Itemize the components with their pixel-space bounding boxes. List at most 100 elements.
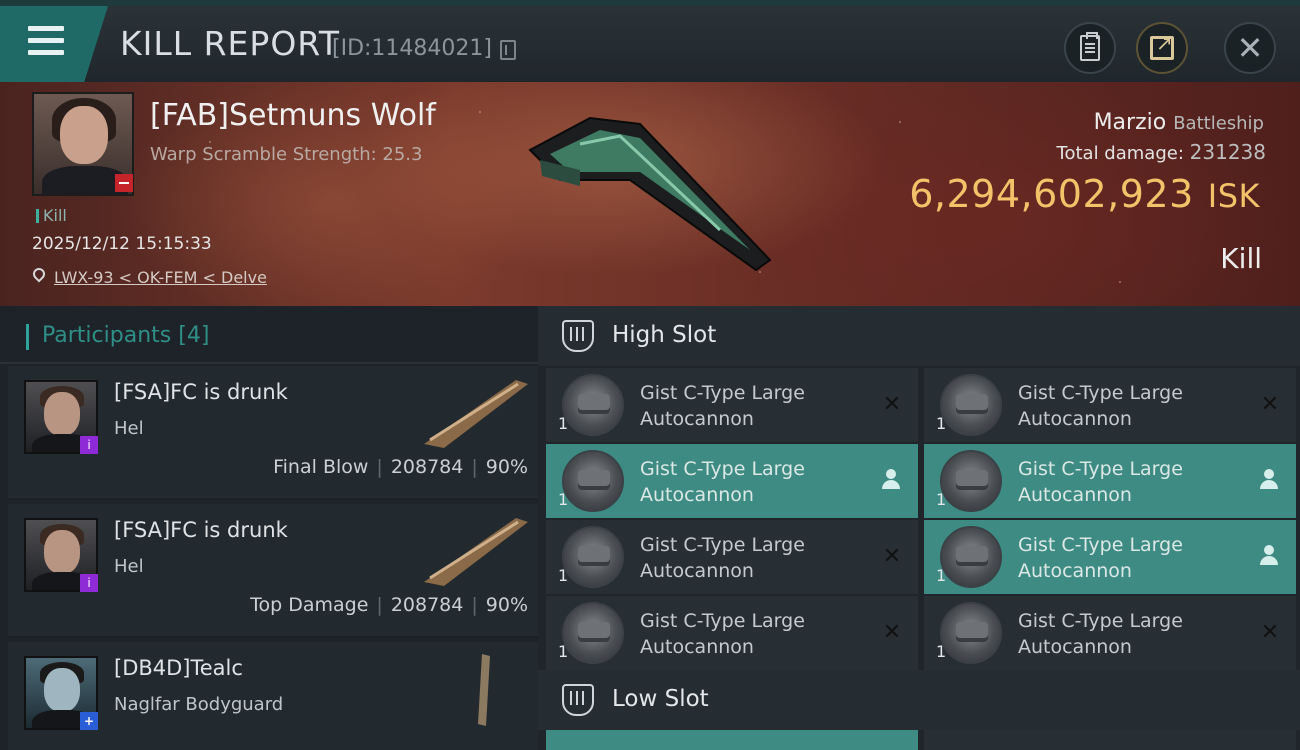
corp-role-badge-icon: i: [80, 574, 98, 592]
dropped-status-icon: [1260, 469, 1278, 491]
autocannon-icon: [940, 526, 1002, 588]
clipboard-button[interactable]: [1064, 22, 1116, 74]
low-slot-header: Low Slot: [538, 670, 1300, 730]
fitting-panel: High Slot 1 Gist C-Type Large Autocannon ✕ 1…: [538, 306, 1300, 750]
kill-banner: Kill [FAB]Setmuns Wolf Warp Scramble Str…: [0, 82, 1300, 306]
destroyed-status-icon: ✕: [1260, 620, 1280, 645]
share-icon: [1150, 31, 1174, 60]
module-name: Gist C-Type Large Autocannon: [640, 610, 805, 658]
page-title: KILL REPORT: [120, 24, 340, 63]
menu-button[interactable]: [0, 6, 108, 82]
kill-datetime: 2025/12/12 15:15:33: [32, 234, 212, 254]
total-damage: Total damage: 231238: [1057, 140, 1266, 164]
victim-name[interactable]: [FAB]Setmuns Wolf: [150, 98, 436, 133]
module-name: Gist C-Type Large Autocannon: [1018, 382, 1183, 430]
participant-ship: Naglfar Bodyguard: [114, 694, 284, 715]
participant-name: [DB4D]Tealc: [114, 656, 243, 680]
module-quantity: 1: [936, 414, 947, 433]
participants-title: Participants [4]: [42, 323, 210, 348]
high-slot-module[interactable]: 1 Gist C-Type Large Autocannon ✕: [546, 368, 918, 442]
section-accent-bar: [26, 324, 29, 350]
module-quantity: 1: [558, 566, 569, 585]
participant-ship-image: [424, 380, 528, 448]
high-slot-module[interactable]: 1 Gist C-Type Large Autocannon ✕: [924, 368, 1296, 442]
total-damage-value: 231238: [1189, 140, 1266, 164]
autocannon-icon: [940, 374, 1002, 436]
low-slot-title: Low Slot: [612, 686, 709, 712]
autocannon-icon: [562, 526, 624, 588]
corp-role-badge-icon: i: [80, 436, 98, 454]
share-button[interactable]: [1136, 22, 1188, 74]
destroyed-status-icon: ✕: [882, 544, 902, 569]
participant-damage: 208784: [390, 594, 464, 616]
module-quantity: 1: [936, 566, 947, 585]
header-bar: KILL REPORT [ID:11484021] ✕: [0, 0, 1300, 82]
kill-tag: Kill: [36, 206, 67, 225]
participant-ship-image: [424, 518, 528, 586]
autocannon-icon: [940, 602, 1002, 664]
participant-damage: 208784: [390, 456, 464, 478]
participant-row[interactable]: + [DB4D]Tealc Naglfar Bodyguard: [8, 642, 538, 750]
victim-ship: Marzio Battleship: [1094, 110, 1264, 135]
participant-role: Final Blow: [273, 456, 369, 478]
high-slot-module[interactable]: 1 Gist C-Type Large Autocannon: [924, 444, 1296, 518]
participant-stats: Final Blow | 208784 | 90%: [273, 456, 528, 478]
victim-ship-image: [528, 116, 772, 272]
hostile-badge-icon: [115, 174, 133, 192]
high-slot-module[interactable]: 1 Gist C-Type Large Autocannon ✕: [924, 596, 1296, 670]
participant-percent: 90%: [485, 594, 528, 616]
module-name: Gist C-Type Large Autocannon: [1018, 534, 1183, 582]
autocannon-icon: [940, 450, 1002, 512]
isk-unit: ISK: [1207, 177, 1260, 215]
participant-ship: Hel: [114, 418, 144, 439]
low-slot-icon: [562, 684, 594, 716]
high-slot-module[interactable]: 1 Gist C-Type Large Autocannon ✕: [546, 520, 918, 594]
dropped-status-icon: [1260, 545, 1278, 567]
module-quantity: 1: [558, 490, 569, 509]
dropped-status-icon: [882, 469, 900, 491]
autocannon-icon: [562, 602, 624, 664]
participant-ship: Hel: [114, 556, 144, 577]
module-name: Gist C-Type Large Autocannon: [640, 534, 805, 582]
autocannon-icon: [562, 374, 624, 436]
participant-name: [FSA]FC is drunk: [114, 380, 288, 404]
destroyed-status-icon: ✕: [882, 392, 902, 417]
high-slot-icon: [562, 320, 594, 352]
location-link[interactable]: LWX-93 < OK-FEM < Delve: [54, 268, 267, 287]
total-damage-label: Total damage:: [1056, 143, 1184, 164]
module-name: Gist C-Type Large Autocannon: [1018, 610, 1183, 658]
high-slot-module[interactable]: 1 Gist C-Type Large Autocannon: [546, 444, 918, 518]
participant-ship-image: [478, 654, 490, 726]
fleet-badge-icon: +: [80, 712, 98, 730]
high-slot-title: High Slot: [612, 322, 717, 348]
clipboard-icon: [1080, 32, 1100, 61]
module-quantity: 1: [936, 490, 947, 509]
participants-panel: Participants [4] i [FSA]FC is drunk Hel …: [0, 306, 538, 750]
high-slot-module[interactable]: 1 Gist C-Type Large Autocannon: [924, 520, 1296, 594]
low-slot-module[interactable]: [546, 730, 918, 750]
module-name: Gist C-Type Large Autocannon: [640, 382, 805, 430]
copy-icon[interactable]: [500, 40, 516, 60]
close-button[interactable]: ✕: [1224, 22, 1276, 74]
high-slot-header: High Slot: [538, 306, 1300, 366]
destroyed-status-icon: ✕: [882, 620, 902, 645]
low-slot-module[interactable]: [924, 730, 1296, 750]
hamburger-menu-icon: [28, 26, 64, 56]
participant-row[interactable]: i [FSA]FC is drunk Hel Final Blow | 208784…: [8, 366, 538, 500]
ship-name: Marzio: [1093, 110, 1167, 135]
participant-role: Top Damage: [250, 594, 369, 616]
participant-row[interactable]: i [FSA]FC is drunk Hel Top Damage | 208784…: [8, 504, 538, 638]
module-name: Gist C-Type Large Autocannon: [1018, 458, 1183, 506]
module-quantity: 1: [936, 642, 947, 661]
autocannon-icon: [562, 450, 624, 512]
module-quantity: 1: [558, 414, 569, 433]
close-icon: ✕: [1236, 29, 1264, 67]
warp-scramble-strength: Warp Scramble Strength: 25.3: [150, 144, 423, 165]
participant-stats: Top Damage | 208784 | 90%: [250, 594, 528, 616]
isk-amount: 6,294,602,923: [909, 172, 1194, 216]
destroyed-status-icon: ✕: [1260, 392, 1280, 417]
module-quantity: 1: [558, 642, 569, 661]
participant-percent: 90%: [485, 456, 528, 478]
participant-name: [FSA]FC is drunk: [114, 518, 288, 542]
high-slot-module[interactable]: 1 Gist C-Type Large Autocannon ✕: [546, 596, 918, 670]
